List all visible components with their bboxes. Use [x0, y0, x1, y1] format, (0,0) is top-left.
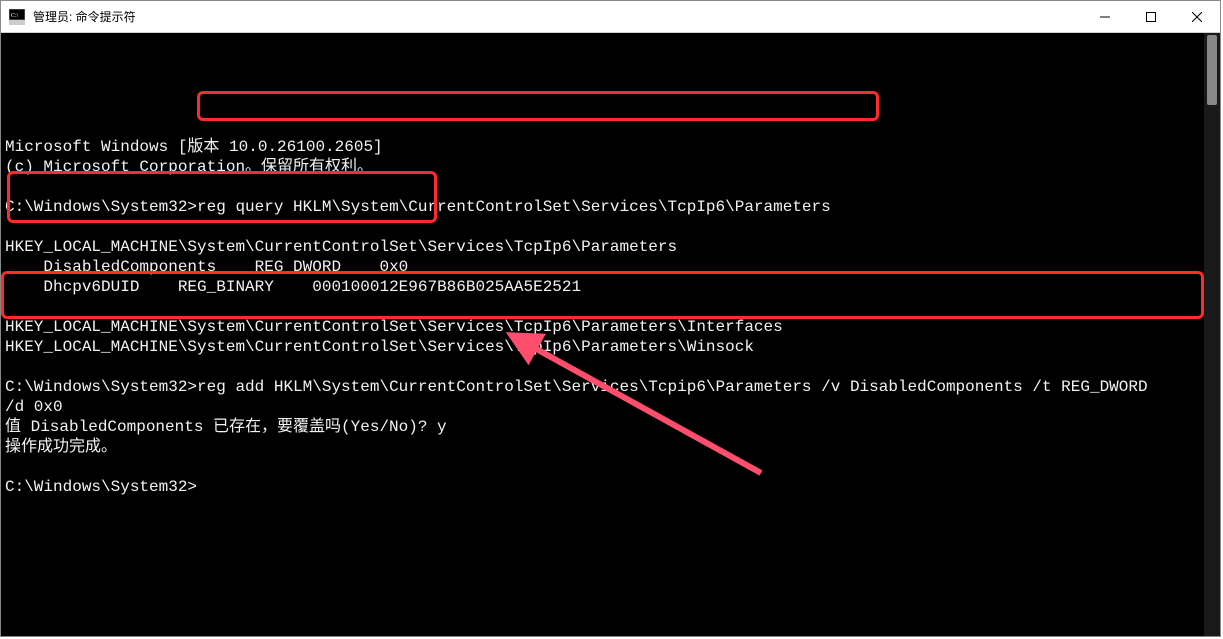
terminal-line [5, 217, 1200, 237]
terminal-line: Dhcpv6DUID REG_BINARY 000100012E967B86B0… [5, 277, 1200, 297]
terminal-line: Microsoft Windows [版本 10.0.26100.2605] [5, 137, 1200, 157]
terminal-area: Microsoft Windows [版本 10.0.26100.2605](c… [1, 33, 1220, 636]
terminal-line: /d 0x0 [5, 397, 1200, 417]
terminal-line [5, 457, 1200, 477]
scrollbar-track[interactable] [1204, 33, 1220, 636]
cmd-app-icon: C:\ [9, 9, 25, 25]
annotation-highlight-1 [197, 91, 879, 121]
terminal-line: HKEY_LOCAL_MACHINE\System\CurrentControl… [5, 317, 1200, 337]
terminal-line: HKEY_LOCAL_MACHINE\System\CurrentControl… [5, 237, 1200, 257]
close-button[interactable] [1174, 1, 1220, 32]
minimize-button[interactable] [1082, 1, 1128, 32]
svg-text:C:\: C:\ [11, 13, 19, 19]
terminal-line: (c) Microsoft Corporation。保留所有权利。 [5, 157, 1200, 177]
titlebar-left: C:\ 管理员: 命令提示符 [1, 1, 1082, 32]
titlebar[interactable]: C:\ 管理员: 命令提示符 [1, 1, 1220, 33]
window-controls [1082, 1, 1220, 32]
terminal-line: C:\Windows\System32> [5, 477, 1200, 497]
terminal-line: 操作成功完成。 [5, 437, 1200, 457]
terminal-line: DisabledComponents REG_DWORD 0x0 [5, 257, 1200, 277]
window-title: 管理员: 命令提示符 [33, 8, 136, 25]
terminal-line: HKEY_LOCAL_MACHINE\System\CurrentControl… [5, 337, 1200, 357]
terminal-line: 值 DisabledComponents 已存在，要覆盖吗(Yes/No)? y [5, 417, 1200, 437]
terminal-output[interactable]: Microsoft Windows [版本 10.0.26100.2605](c… [1, 33, 1204, 636]
cmd-window: C:\ 管理员: 命令提示符 Microsoft Wind [0, 0, 1221, 637]
maximize-button[interactable] [1128, 1, 1174, 32]
terminal-line: C:\Windows\System32>reg query HKLM\Syste… [5, 197, 1200, 217]
scrollbar-thumb[interactable] [1207, 35, 1217, 105]
terminal-line [5, 357, 1200, 377]
terminal-line [5, 297, 1200, 317]
terminal-line [5, 177, 1200, 197]
terminal-line: C:\Windows\System32>reg add HKLM\System\… [5, 377, 1200, 397]
